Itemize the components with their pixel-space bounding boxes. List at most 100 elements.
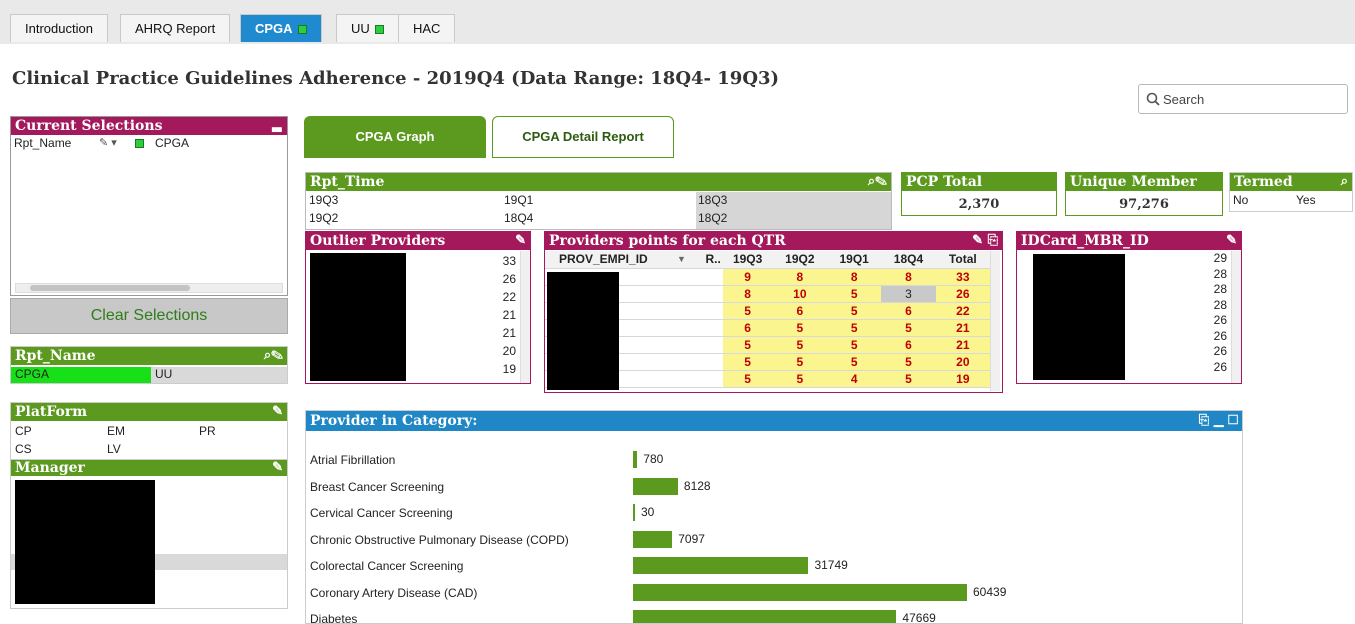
column-header[interactable]: 19Q1 <box>827 251 882 269</box>
table-cell: 5 <box>881 370 936 388</box>
list-item[interactable]: 19Q1 <box>504 193 533 207</box>
clear-icon[interactable]: ✎ <box>272 403 283 421</box>
panel-title: Current Selections <box>15 118 163 134</box>
chart-row[interactable]: Breast Cancer Screening 8128 <box>306 474 1242 500</box>
table-cell: 6 <box>881 302 936 320</box>
list-item[interactable]: No <box>1233 193 1248 207</box>
list-item[interactable]: UU <box>151 367 287 383</box>
table-cell: 5 <box>827 302 882 320</box>
table-header-row: PROV_EMPI_ID R.. 19Q3 19Q2 19Q1 18Q4 Tot… <box>545 251 990 269</box>
selected-indicator-icon <box>135 139 144 148</box>
tab-ahrq-report[interactable]: AHRQ Report <box>120 14 231 42</box>
list-item[interactable]: 19Q2 <box>309 211 338 225</box>
tab-hac[interactable]: HAC <box>398 14 456 42</box>
list-value: 33 <box>502 254 516 268</box>
eraser-icon[interactable]: ✎ ▾ <box>99 136 117 149</box>
search-clear-icons[interactable]: ⌕✎ <box>264 347 283 365</box>
list-item[interactable]: Yes <box>1296 193 1316 207</box>
clear-icon[interactable]: ✎ <box>515 232 526 250</box>
column-header[interactable]: 19Q2 <box>772 251 828 269</box>
cpga-detail-report-button[interactable]: CPGA Detail Report <box>492 116 674 158</box>
table-cell: 6 <box>881 336 936 354</box>
panel-title: Providers points for each QTR <box>549 233 786 249</box>
data-label: 31749 <box>814 558 848 572</box>
tab-introduction[interactable]: Introduction <box>10 14 108 42</box>
table-cell: 19 <box>935 370 990 388</box>
chart-row[interactable]: Colorectal Cancer Screening 31749 <box>306 553 1242 579</box>
list-item[interactable]: EM <box>107 424 125 438</box>
table-cell: 6 <box>722 319 773 337</box>
unique-member-kpi: Unique Member 97,276 <box>1065 172 1223 216</box>
list-value: 26 <box>1213 344 1227 358</box>
pcp-total-kpi: PCP Total 2,370 <box>901 172 1057 216</box>
termed-listbox: Termed ⌕ No Yes <box>1229 172 1353 212</box>
vertical-scrollbar[interactable] <box>520 251 530 383</box>
chart-plot-area: Atrial Fibrillation 780 Breast Cancer Scre… <box>306 447 1242 624</box>
chart-row[interactable]: Diabetes 47669 <box>306 606 1242 624</box>
list-item[interactable]: 19Q3 <box>309 193 338 207</box>
redacted-block <box>1033 254 1125 380</box>
chart-row[interactable]: Cervical Cancer Screening 30 <box>306 500 1242 526</box>
category-label: Colorectal Cancer Screening <box>310 559 464 573</box>
column-header[interactable]: R.. <box>703 251 723 269</box>
platform-listbox: PlatForm ✎ CP EM PR CS LV <box>10 402 288 460</box>
chart-bar[interactable] <box>633 530 673 548</box>
list-value: 22 <box>502 290 516 304</box>
search-box[interactable]: Search <box>1138 84 1348 114</box>
chart-row[interactable]: Chronic Obstructive Pulmonary Disease (C… <box>306 527 1242 553</box>
list-value: 28 <box>1213 266 1227 281</box>
list-item[interactable]: LV <box>107 442 121 456</box>
tab-cpga[interactable]: CPGA <box>240 14 322 42</box>
clear-icon[interactable]: ✎ <box>1226 232 1237 250</box>
scrollbar-thumb[interactable] <box>30 285 190 291</box>
tab-uu[interactable]: UU <box>336 14 399 42</box>
outlier-providers-panel: Outlier Providers ✎ 33 26 22 21 21 20 19 <box>305 231 531 384</box>
list-item[interactable]: CS <box>15 442 32 456</box>
column-header[interactable]: 18Q4 <box>881 251 936 269</box>
category-label: Coronary Artery Disease (CAD) <box>310 585 478 600</box>
list-value: 21 <box>502 308 516 322</box>
list-item[interactable]: 18Q3 <box>698 193 727 207</box>
cpga-graph-button[interactable]: CPGA Graph <box>304 116 486 158</box>
list-value: 26 <box>502 272 516 286</box>
vertical-scrollbar[interactable] <box>990 251 1000 391</box>
table-cell: 5 <box>772 319 828 337</box>
chart-bar[interactable] <box>633 504 635 521</box>
chart-row[interactable]: Atrial Fibrillation 780 <box>306 447 1242 473</box>
selection-field: Rpt_Name <box>14 136 72 150</box>
list-value: 20 <box>502 344 516 358</box>
column-header[interactable]: 19Q3 <box>722 251 773 269</box>
search-icon[interactable]: ⌕ <box>1341 173 1348 191</box>
list-item[interactable]: 18Q4 <box>504 211 533 225</box>
list-value: 21 <box>502 326 516 340</box>
list-item[interactable]: PR <box>199 424 216 438</box>
search-clear-icons[interactable]: ⌕✎ <box>868 173 887 191</box>
table-cell: 3 <box>881 285 936 303</box>
chart-bar[interactable] <box>633 451 638 468</box>
clear-export-icons[interactable]: ✎ ⎘ <box>972 232 998 250</box>
clear-selections-button[interactable]: Clear Selections <box>10 298 288 334</box>
pcp-total-value: 2,370 <box>958 197 1000 212</box>
clear-icon[interactable]: ✎ <box>272 460 283 476</box>
chart-bar[interactable] <box>633 610 897 623</box>
data-label: 47669 <box>902 611 936 624</box>
chart-row[interactable]: Coronary Artery Disease (CAD) 60439 <box>306 580 1242 606</box>
chart-bar[interactable] <box>633 477 678 495</box>
vertical-scrollbar[interactable] <box>1231 251 1241 383</box>
chart-bar[interactable] <box>633 557 809 574</box>
list-value: 28 <box>1213 282 1227 296</box>
list-item[interactable]: 18Q2 <box>698 211 727 225</box>
column-header[interactable]: Total <box>935 251 990 269</box>
list-item[interactable]: CP <box>15 424 32 438</box>
window-controls-icons[interactable]: ⎘ ▁ ☐ <box>1199 411 1238 431</box>
category-label: Breast Cancer Screening <box>310 479 445 494</box>
table-cell: 5 <box>722 353 773 371</box>
minimize-icon[interactable]: ▬ <box>271 121 283 139</box>
manager-listbox: Manager ✎ <box>10 459 288 609</box>
list-item-selected[interactable]: CPGA <box>11 367 151 383</box>
search-icon <box>1146 92 1160 106</box>
table-cell: 5 <box>772 370 828 388</box>
sort-dropdown-icon[interactable]: ▼ <box>677 254 686 264</box>
horizontal-scrollbar[interactable] <box>15 283 283 293</box>
chart-bar[interactable] <box>633 583 967 601</box>
